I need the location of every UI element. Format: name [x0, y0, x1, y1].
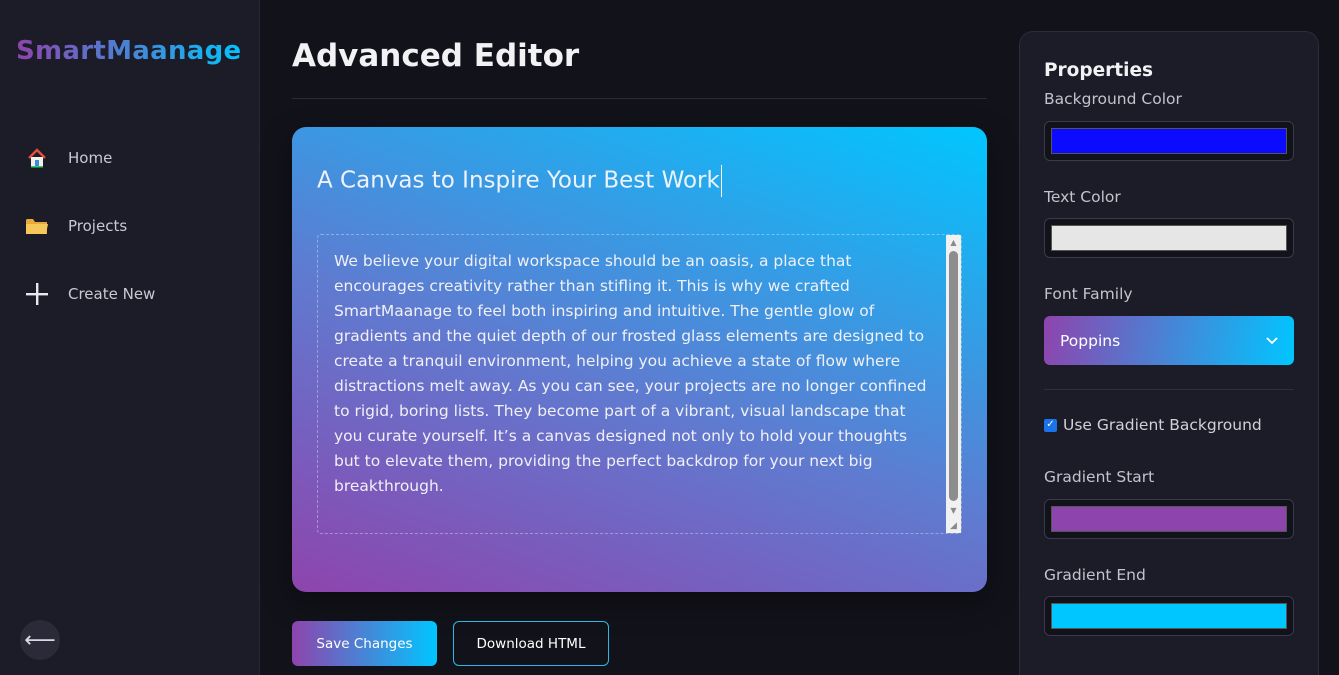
sidebar-item-label: Home [68, 149, 113, 167]
divider [292, 98, 987, 99]
scroll-up-icon[interactable]: ▲ [946, 235, 961, 249]
color-swatch [1051, 603, 1287, 629]
scroll-down-icon[interactable]: ▼ [946, 503, 961, 517]
chevron-down-icon [1266, 337, 1278, 345]
download-html-button[interactable]: Download HTML [453, 621, 609, 666]
checkbox-checked-icon[interactable]: ✓ [1044, 418, 1057, 432]
font-family-label: Font Family [1044, 285, 1133, 303]
panel-title: Properties [1044, 60, 1154, 81]
save-changes-button[interactable]: Save Changes [292, 621, 437, 666]
use-gradient-toggle[interactable]: ✓ Use Gradient Background [1044, 416, 1262, 434]
color-swatch [1051, 128, 1287, 154]
app-logo[interactable]: SmartMaanage [16, 36, 246, 66]
color-swatch [1051, 225, 1287, 251]
use-gradient-label: Use Gradient Background [1063, 416, 1262, 434]
gradient-end-label: Gradient End [1044, 566, 1146, 584]
properties-panel: Properties Background Color Text Color F… [1019, 31, 1319, 675]
text-color-label: Text Color [1044, 188, 1121, 206]
divider [1044, 389, 1294, 390]
gradient-end-picker[interactable] [1044, 596, 1294, 636]
text-color-picker[interactable] [1044, 218, 1294, 258]
sidebar-item-label: Create New [68, 285, 156, 303]
arrow-left-icon: ⟵ [24, 627, 56, 653]
resize-handle-icon[interactable]: ◢ [946, 519, 961, 533]
font-family-select[interactable]: Poppins [1044, 316, 1294, 365]
sidebar-item-label: Projects [68, 217, 128, 235]
scroll-thumb[interactable] [949, 251, 958, 501]
font-family-value: Poppins [1060, 331, 1121, 350]
canvas-title-text: A Canvas to Inspire Your Best Work [317, 167, 720, 194]
canvas-body-textarea[interactable]: We believe your digital workspace should… [317, 234, 962, 534]
sidebar-item-projects[interactable]: Projects [24, 206, 244, 246]
house-icon [24, 145, 50, 171]
canvas-title-input[interactable]: A Canvas to Inspire Your Best Work [317, 165, 722, 197]
canvas-body-text: We believe your digital workspace should… [334, 252, 927, 495]
folder-icon [24, 213, 50, 239]
gradient-start-picker[interactable] [1044, 499, 1294, 539]
editor-canvas: A Canvas to Inspire Your Best Work We be… [292, 127, 987, 592]
sidebar-item-create-new[interactable]: Create New [24, 274, 244, 314]
sidebar: SmartMaanage Home Projects Create New ⟵ [0, 0, 260, 675]
sidebar-item-home[interactable]: Home [24, 138, 244, 178]
color-swatch [1051, 506, 1287, 532]
scrollbar[interactable]: ▲ ▼ [946, 235, 961, 533]
gradient-start-label: Gradient Start [1044, 468, 1155, 486]
page-title: Advanced Editor [292, 38, 580, 74]
collapse-sidebar-button[interactable]: ⟵ [20, 620, 60, 660]
background-color-label: Background Color [1044, 90, 1182, 108]
background-color-picker[interactable] [1044, 121, 1294, 161]
plus-icon [24, 281, 50, 307]
text-caret [720, 165, 722, 197]
